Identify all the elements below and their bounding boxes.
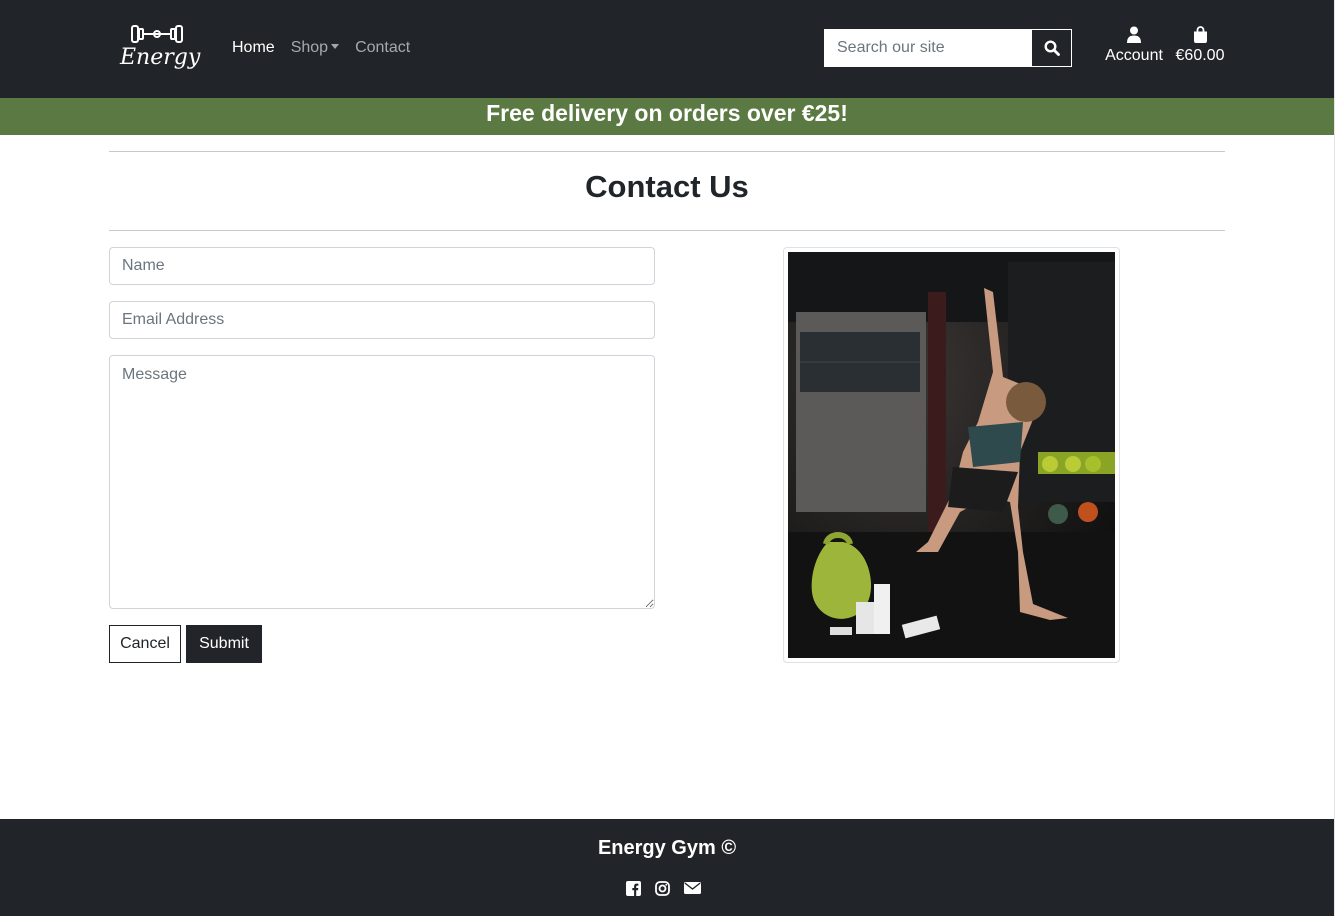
search-button[interactable] — [1031, 29, 1072, 67]
social-links — [626, 881, 701, 896]
envelope-icon[interactable] — [684, 881, 701, 895]
cancel-button[interactable]: Cancel — [109, 625, 181, 663]
search-input[interactable] — [824, 29, 1031, 67]
submit-button[interactable]: Submit — [186, 625, 262, 663]
user-icon — [1127, 26, 1141, 43]
brand-logo-text: Energy — [120, 45, 201, 70]
gym-photo — [788, 252, 1115, 658]
page-title: Contact Us — [585, 169, 749, 204]
bag-total: €60.00 — [1175, 47, 1225, 64]
shopping-bag-icon — [1193, 26, 1207, 43]
divider-top — [109, 151, 1225, 152]
delivery-banner: Free delivery on orders over €25! — [0, 98, 1334, 135]
nav-shop-label: Shop — [290, 39, 329, 56]
message-field[interactable] — [109, 355, 655, 609]
shopping-bag-link[interactable]: €60.00 — [1172, 26, 1228, 65]
main-nav: Home Shop Contact — [232, 38, 410, 58]
caret-down-icon — [331, 44, 340, 49]
facebook-icon[interactable] — [626, 881, 641, 896]
footer-title: Energy Gym © — [597, 837, 737, 859]
navbar: Energy Home Shop Contact Account €60.00 — [0, 0, 1334, 98]
name-field[interactable] — [109, 247, 655, 285]
email-field[interactable] — [109, 301, 655, 339]
footer: Energy Gym © — [0, 819, 1334, 916]
contact-image — [783, 247, 1120, 663]
nav-contact-link[interactable]: Contact — [355, 38, 410, 58]
instagram-icon[interactable] — [655, 881, 670, 896]
search-icon — [1043, 40, 1060, 56]
divider-bottom — [109, 230, 1225, 231]
nav-shop-dropdown[interactable]: Shop — [290, 38, 340, 58]
nav-home-link[interactable]: Home — [232, 38, 275, 58]
search-form — [824, 29, 1072, 67]
brand-logo[interactable]: Energy — [120, 22, 201, 74]
account-label: Account — [1105, 47, 1163, 64]
account-menu[interactable]: Account — [1100, 26, 1168, 65]
